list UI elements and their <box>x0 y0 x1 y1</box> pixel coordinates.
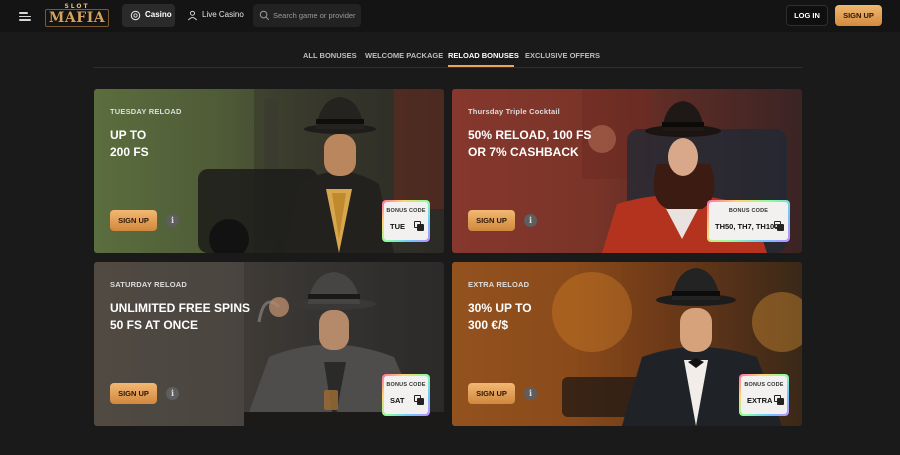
bonus-code-value: TUE <box>390 222 405 231</box>
search-input[interactable] <box>273 8 359 23</box>
bonus-code-panel: BONUS CODE SAT <box>384 376 428 414</box>
info-icon[interactable]: i <box>524 387 537 400</box>
bonus-code-panel: BONUS CODE TH50, TH7, TH100 <box>709 202 788 240</box>
bonus-card-tuesday: TUESDAY RELOAD UP TO 200 FS SIGN UP i BO… <box>94 89 444 253</box>
bonus-code-panel: BONUS CODE EXTRA <box>741 376 787 414</box>
info-icon[interactable]: i <box>166 214 179 227</box>
bonus-code-box: BONUS CODE TUE <box>382 200 430 242</box>
bonus-code-value: SAT <box>390 396 405 405</box>
logo-main-text: MAFIA <box>45 9 109 27</box>
card-signup-button[interactable]: SIGN UP <box>468 383 515 404</box>
bonus-code-label: BONUS CODE <box>386 208 426 214</box>
card-title: UP TO 200 FS <box>110 128 149 159</box>
bonus-code-box: BONUS CODE SAT <box>382 374 430 416</box>
nav-casino[interactable]: Casino <box>122 4 175 27</box>
copy-icon[interactable] <box>414 221 424 231</box>
copy-icon[interactable] <box>774 395 784 405</box>
top-header: SLOT MAFIA Casino Live Casino LOG IN SIG… <box>0 0 900 32</box>
card-signup-button[interactable]: SIGN UP <box>110 383 157 404</box>
bonus-code-value: TH50, TH7, TH100 <box>715 222 779 231</box>
bonus-tabs: ALL BONUSES WELCOME PACKAGE RELOAD BONUS… <box>94 46 802 68</box>
card-label: EXTRA RELOAD <box>468 280 530 289</box>
card-label: Thursday Triple Cocktail <box>468 107 560 116</box>
nav-casino-label: Casino <box>145 10 172 19</box>
menu-icon[interactable] <box>17 9 33 23</box>
bonus-code-label: BONUS CODE <box>728 208 769 214</box>
nav-live-casino-label: Live Casino <box>202 10 244 19</box>
bonus-code-label: BONUS CODE <box>744 382 784 388</box>
card-signup-button[interactable]: SIGN UP <box>468 210 515 231</box>
copy-icon[interactable] <box>414 395 424 405</box>
bonus-code-box: BONUS CODE TH50, TH7, TH100 <box>707 200 790 242</box>
search-icon <box>259 10 270 21</box>
card-label: TUESDAY RELOAD <box>110 107 182 116</box>
bonus-code-panel: BONUS CODE TUE <box>384 202 428 240</box>
copy-icon[interactable] <box>774 221 784 231</box>
poker-chip-icon <box>130 10 141 21</box>
bonus-card-extra: EXTRA RELOAD 30% UP TO 300 €/$ SIGN UP i… <box>452 262 802 426</box>
bonus-code-value: EXTRA <box>747 396 773 405</box>
bonus-code-label: BONUS CODE <box>386 382 426 388</box>
tab-exclusive-offers[interactable]: EXCLUSIVE OFFERS <box>525 51 600 60</box>
search-bar <box>253 4 361 27</box>
header-signup-button[interactable]: SIGN UP <box>835 5 882 26</box>
tab-all-bonuses[interactable]: ALL BONUSES <box>303 51 357 60</box>
nav-live-casino[interactable]: Live Casino <box>183 4 245 27</box>
site-logo[interactable]: SLOT MAFIA <box>45 3 109 27</box>
tab-reload-bonuses[interactable]: RELOAD BONUSES <box>448 51 519 60</box>
card-title: 50% RELOAD, 100 FS OR 7% CASHBACK <box>468 128 592 159</box>
card-label: SATURDAY RELOAD <box>110 280 188 289</box>
card-title: 30% UP TO 300 €/$ <box>468 301 532 332</box>
card-title: UNLIMITED FREE SPINS 50 FS AT ONCE <box>110 301 251 332</box>
bonus-code-box: BONUS CODE EXTRA <box>739 374 789 416</box>
dealer-icon <box>188 10 197 21</box>
active-tab-indicator <box>448 65 514 67</box>
bonus-card-saturday: SATURDAY RELOAD UNLIMITED FREE SPINS 50 … <box>94 262 444 426</box>
info-icon[interactable]: i <box>524 214 537 227</box>
card-signup-button[interactable]: SIGN UP <box>110 210 157 231</box>
tab-welcome-package[interactable]: WELCOME PACKAGE <box>365 51 443 60</box>
login-button[interactable]: LOG IN <box>786 5 828 26</box>
bonus-card-thursday: Thursday Triple Cocktail 50% RELOAD, 100… <box>452 89 802 253</box>
info-icon[interactable]: i <box>166 387 179 400</box>
